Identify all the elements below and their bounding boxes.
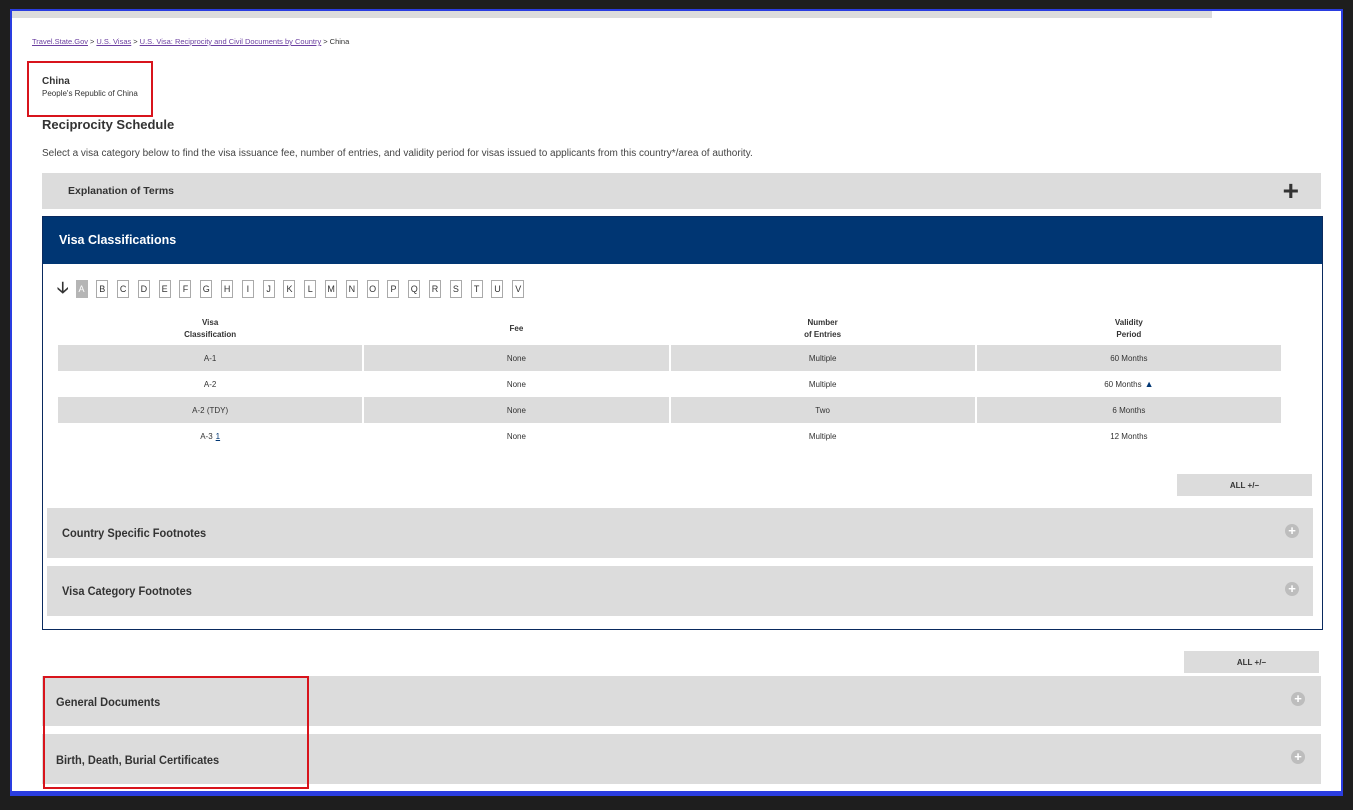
accordion-label: Country Specific Footnotes [62, 526, 207, 540]
visa-classifications-title: Visa Classifications [59, 233, 177, 247]
alpha-letter-d[interactable]: D [137, 280, 150, 298]
cell-entries: Multiple [808, 379, 837, 389]
alpha-letter-c[interactable]: C [117, 280, 130, 298]
arrow-down-icon: 🡣 [57, 280, 69, 297]
alpha-letter-m[interactable]: M [325, 280, 338, 298]
country-full-name: People's Republic of China [42, 89, 138, 98]
cell-fee: None [506, 431, 526, 441]
cell-validity: 12 Months [1110, 431, 1148, 441]
table-row: A-1 None Multiple 60 Months [58, 345, 1281, 371]
breadcrumb-link-reciprocity[interactable]: U.S. Visa: Reciprocity and Civil Documen… [140, 37, 322, 46]
alpha-letter-a[interactable]: A [75, 280, 88, 298]
breadcrumb-separator: > [90, 37, 95, 46]
cell-classification: A-1 [58, 345, 363, 371]
alpha-letter-f[interactable]: F [179, 280, 192, 298]
alpha-letter-s[interactable]: S [449, 280, 462, 298]
alpha-letter-k[interactable]: K [283, 280, 296, 298]
breadcrumb-separator: > [133, 37, 138, 46]
expand-all-documents-button[interactable]: ALL +/− [1184, 651, 1319, 673]
circle-plus-icon: + [1291, 692, 1305, 706]
table-row: A-3 1 None Multiple 12 Months [58, 423, 1281, 449]
triangle-up-icon[interactable]: ▲ [1145, 379, 1154, 389]
visa-classifications-panel: Visa Classifications 🡣 ABCDEFGHIJKLMNOPQ… [42, 216, 1323, 630]
country-name: China [42, 76, 70, 87]
top-scroll-strip [12, 11, 1212, 18]
cell-fee: None [364, 397, 669, 423]
alpha-letter-r[interactable]: R [429, 280, 442, 298]
highlight-box-documents [43, 676, 309, 789]
bottom-border [12, 791, 1341, 794]
explanation-label: Explanation of Terms [68, 185, 174, 197]
breadcrumb-separator: > [323, 37, 328, 46]
circle-plus-icon: + [1291, 750, 1305, 764]
cell-entries: Multiple [670, 345, 975, 371]
intro-text: Select a visa category below to find the… [42, 148, 753, 159]
alpha-letter-l[interactable]: L [304, 280, 317, 298]
breadcrumb-link-travel-state-gov[interactable]: Travel.State.Gov [32, 37, 88, 46]
alpha-letter-n[interactable]: N [345, 280, 358, 298]
alpha-letter-v[interactable]: V [512, 280, 525, 298]
breadcrumb-current: China [329, 37, 350, 46]
column-header-classification: Visa Classification [184, 317, 237, 339]
cell-entries: Multiple [808, 431, 837, 441]
accordion-label: Visa Category Footnotes [62, 584, 192, 598]
alpha-letter-g[interactable]: G [200, 280, 213, 298]
plus-icon: + [1282, 175, 1299, 206]
breadcrumb-link-us-visas[interactable]: U.S. Visas [96, 37, 131, 46]
browser-page: Travel.State.Gov > U.S. Visas > U.S. Visa: R… [10, 9, 1343, 796]
alpha-letter-e[interactable]: E [158, 280, 171, 298]
alpha-letter-h[interactable]: H [221, 280, 234, 298]
cell-classification: A-3 1 [200, 431, 221, 441]
breadcrumb: Travel.State.Gov > U.S. Visas > U.S. Visa: R… [32, 37, 349, 46]
alpha-letter-q[interactable]: Q [408, 280, 421, 298]
expand-all-footnotes-button[interactable]: ALL +/− [1177, 474, 1312, 496]
cell-validity: 60 Months ▲ [1104, 379, 1154, 389]
footnote-link[interactable]: 1 [216, 432, 220, 441]
column-header-fee: Fee [509, 323, 524, 333]
table-row: A-2 None Multiple 60 Months ▲ [58, 371, 1281, 397]
visa-category-footnotes-toggle[interactable]: Visa Category Footnotes + [47, 566, 1313, 616]
visa-table: Visa Classification Fee Number of Entries … [56, 312, 1283, 449]
alpha-letter-t[interactable]: T [470, 280, 483, 298]
column-header-validity: Validity Period [1114, 317, 1143, 339]
alpha-letter-o[interactable]: O [366, 280, 379, 298]
alpha-letter-u[interactable]: U [491, 280, 504, 298]
country-specific-footnotes-toggle[interactable]: Country Specific Footnotes + [47, 508, 1313, 558]
explanation-of-terms-toggle[interactable]: Explanation of Terms + [42, 173, 1321, 209]
cell-validity: 6 Months [976, 397, 1281, 423]
column-header-entries: Number of Entries [804, 317, 842, 339]
cell-validity: 60 Months [976, 345, 1281, 371]
table-row: A-2 (TDY) None Two 6 Months [58, 397, 1281, 423]
table-header-row: Visa Classification Fee Number of Entries … [58, 312, 1281, 345]
circle-plus-icon: + [1285, 524, 1299, 538]
alpha-letter-p[interactable]: P [387, 280, 400, 298]
page-title: Reciprocity Schedule [42, 117, 175, 132]
cell-fee: None [506, 379, 526, 389]
alphabet-filter: 🡣 ABCDEFGHIJKLMNOPQRSTUV [57, 280, 533, 298]
alpha-letter-i[interactable]: I [241, 280, 254, 298]
circle-plus-icon: + [1285, 582, 1299, 596]
cell-classification: A-2 (TDY) [58, 397, 363, 423]
cell-classification: A-2 [203, 379, 217, 389]
cell-fee: None [364, 345, 669, 371]
visa-classifications-header: Visa Classifications [43, 217, 1322, 264]
cell-entries: Two [670, 397, 975, 423]
alpha-letter-j[interactable]: J [262, 280, 275, 298]
alpha-letter-b[interactable]: B [96, 280, 109, 298]
